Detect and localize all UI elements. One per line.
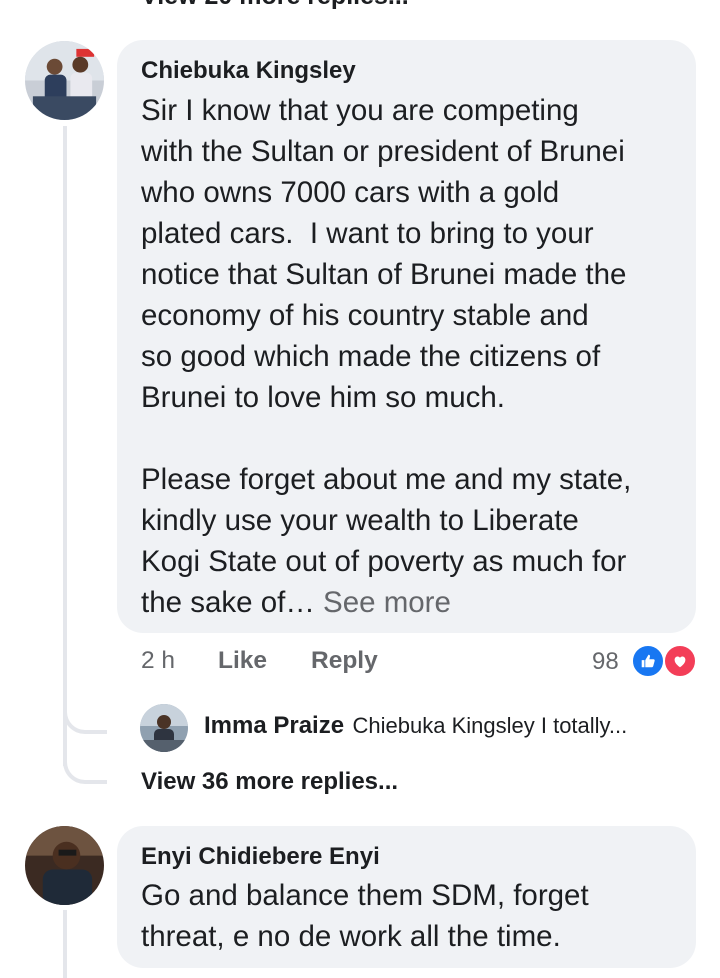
comment-author-2[interactable]: Enyi Chidiebere Enyi bbox=[141, 843, 380, 871]
reply-author[interactable]: Imma Praize bbox=[204, 712, 344, 739]
reply-button[interactable]: Reply bbox=[311, 647, 378, 675]
like-icon[interactable] bbox=[631, 644, 665, 678]
thread-line-2 bbox=[63, 910, 67, 978]
comment-timestamp[interactable]: 2 h bbox=[141, 647, 175, 675]
comment-text-2: Go and balance them SDM, forget threat, … bbox=[141, 879, 589, 953]
love-icon[interactable] bbox=[663, 644, 697, 678]
thread-branch-reply bbox=[63, 700, 107, 734]
see-more-link[interactable]: See more bbox=[323, 586, 451, 619]
thread-branch-more bbox=[63, 746, 107, 784]
comment-text: Sir I know that you are competing with t… bbox=[141, 90, 686, 623]
thread-line bbox=[63, 126, 67, 766]
view-more-replies-button[interactable]: View 36 more replies... bbox=[141, 768, 398, 796]
avatar-enyi-chidiebere-enyi[interactable] bbox=[25, 826, 104, 905]
comment-author[interactable]: Chiebuka Kingsley bbox=[141, 57, 356, 85]
reply-line: Imma Praize Chiebuka Kingsley I totally.… bbox=[204, 712, 627, 740]
like-button[interactable]: Like bbox=[218, 647, 267, 675]
avatar-chiebuka-kingsley[interactable] bbox=[25, 41, 104, 120]
reaction-count[interactable]: 98 bbox=[592, 648, 619, 676]
view-more-replies-top[interactable]: View 20 more replies... bbox=[141, 0, 409, 11]
reply-text[interactable]: Chiebuka Kingsley I totally... bbox=[353, 713, 628, 738]
comment-body: Sir I know that you are competing with t… bbox=[141, 94, 632, 619]
avatar-imma-praize[interactable] bbox=[140, 704, 188, 752]
